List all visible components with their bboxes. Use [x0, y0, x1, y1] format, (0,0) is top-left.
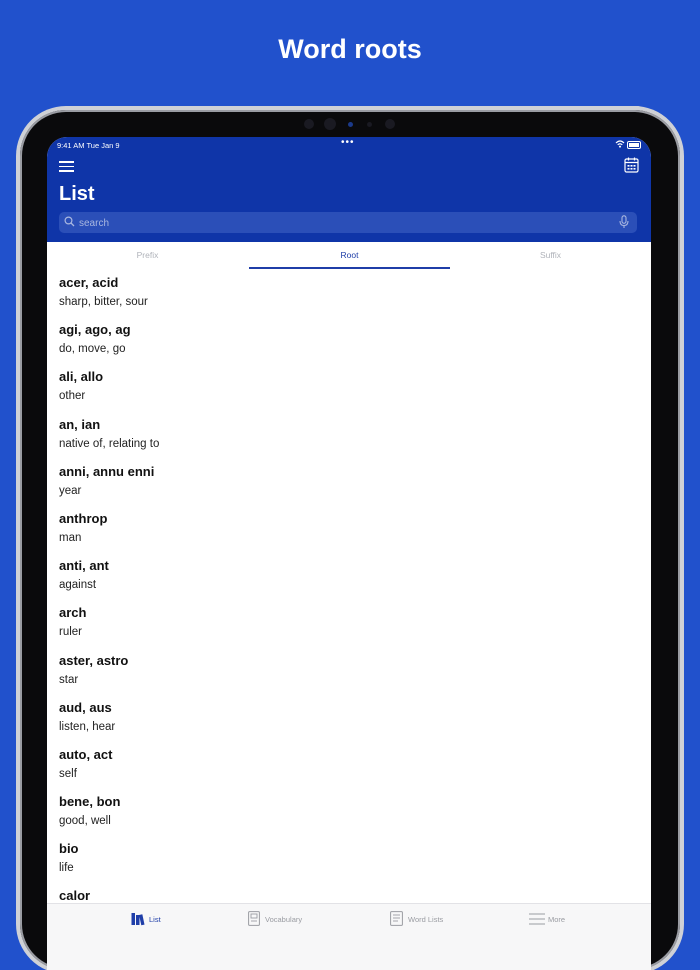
root-term: anni, annu enni — [59, 463, 155, 479]
root-term: bene, bon — [59, 794, 121, 810]
root-term: auto, act — [59, 746, 113, 762]
promo-headline: Word roots — [278, 34, 422, 64]
tabbar-item-vocabulary[interactable]: Vocabulary — [248, 910, 318, 928]
menu-line-icon — [59, 161, 74, 163]
list-item[interactable]: agi, ago, ag do, move, go — [47, 316, 651, 363]
multitask-dots[interactable]: ••• — [341, 137, 355, 148]
document-icon — [390, 911, 403, 926]
root-meaning: native of, relating to — [59, 437, 160, 450]
root-term: an, ian — [59, 416, 101, 432]
list-item[interactable]: aster, astro star — [47, 647, 651, 694]
tabbar-label: List — [149, 915, 161, 924]
wifi-icon — [615, 140, 625, 148]
bottom-tab-bar: List Vocabulary Word Lists More — [47, 903, 651, 970]
tabbar-item-more[interactable]: More — [529, 910, 579, 928]
list-item[interactable]: anni, annu enni year — [47, 458, 651, 505]
root-term: aud, aus — [59, 699, 112, 715]
root-meaning: year — [59, 484, 82, 497]
tab-prefix[interactable]: Prefix — [47, 242, 248, 269]
root-term: anthrop — [59, 510, 108, 526]
tabbar-item-list[interactable]: List — [131, 910, 171, 928]
root-meaning: man — [59, 531, 82, 544]
root-term: anti, ant — [59, 558, 109, 574]
list-item[interactable]: auto, act self — [47, 741, 651, 788]
tabbar-label: Word Lists — [408, 915, 444, 924]
root-term: bio — [59, 841, 79, 857]
list-item[interactable]: bio life — [47, 835, 651, 882]
vocabulary-book-icon — [248, 911, 260, 926]
root-meaning: listen, hear — [59, 720, 116, 733]
proximity-sensor-icon — [385, 119, 395, 129]
list-item[interactable]: an, ian native of, relating to — [47, 411, 651, 458]
root-term: calor — [59, 888, 91, 903]
root-term: ali, allo — [59, 369, 104, 385]
tabbar-label: Vocabulary — [265, 915, 303, 924]
list-item[interactable]: anthrop man — [47, 505, 651, 552]
root-meaning: sharp, bitter, sour — [59, 296, 148, 308]
tab-root[interactable]: Root — [249, 242, 450, 269]
camera-lens-icon — [324, 118, 336, 130]
search-icon — [64, 216, 75, 227]
menu-line-icon — [59, 165, 74, 168]
sensor-icon — [348, 122, 353, 127]
list-item[interactable]: arch ruler — [47, 599, 651, 646]
root-meaning: ruler — [59, 626, 83, 639]
tabbar-item-word-lists[interactable]: Word Lists — [390, 910, 460, 928]
battery-icon — [627, 141, 641, 149]
root-meaning: good, well — [59, 815, 111, 828]
root-meaning: life — [59, 862, 74, 875]
list-item[interactable]: calor — [47, 882, 651, 903]
app-screen: 9:41 AM Tue Jan 9 ••• List search Prefix… — [47, 137, 651, 970]
root-meaning: against — [59, 579, 97, 592]
hamburger-menu-button[interactable] — [59, 161, 75, 173]
root-term: acer, acid — [59, 275, 119, 290]
search-bar[interactable] — [59, 212, 637, 233]
tabbar-label: More — [548, 915, 566, 924]
root-meaning: self — [59, 767, 77, 780]
root-meaning: star — [59, 673, 79, 686]
list-item[interactable]: bene, bon good, well — [47, 788, 651, 835]
search-input[interactable] — [77, 214, 611, 233]
sensor-dot-icon — [367, 122, 372, 127]
page-title: List — [59, 183, 95, 205]
root-term: aster, astro — [59, 652, 129, 668]
app-header: 9:41 AM Tue Jan 9 ••• List search — [47, 137, 651, 242]
root-term: agi, ago, ag — [59, 322, 131, 338]
root-meaning: do, move, go — [59, 343, 126, 356]
list-item[interactable]: acer, acid sharp, bitter, sour — [47, 269, 651, 316]
camera-icon — [304, 119, 314, 129]
books-icon — [131, 913, 145, 926]
calendar-icon[interactable] — [624, 157, 639, 173]
list-item[interactable]: ali, allo other — [47, 363, 651, 410]
tab-suffix[interactable]: Suffix — [450, 242, 651, 269]
microphone-icon[interactable] — [619, 215, 629, 229]
list-item[interactable]: anti, ant against — [47, 552, 651, 599]
status-time: 9:41 AM Tue Jan 9 — [57, 141, 120, 150]
root-meaning: other — [59, 390, 86, 403]
list-item[interactable]: aud, aus listen, hear — [47, 694, 651, 741]
tablet-frame: 9:41 AM Tue Jan 9 ••• List search Prefix… — [20, 110, 680, 970]
root-term: arch — [59, 605, 87, 621]
segment-tabs: Prefix Root Suffix — [47, 242, 651, 269]
status-bar: 9:41 AM Tue Jan 9 ••• — [47, 137, 651, 155]
word-root-list[interactable]: acer, acid sharp, bitter, sour agi, ago,… — [47, 269, 651, 903]
menu-line-icon — [59, 170, 74, 172]
menu-lines-icon — [529, 913, 545, 925]
